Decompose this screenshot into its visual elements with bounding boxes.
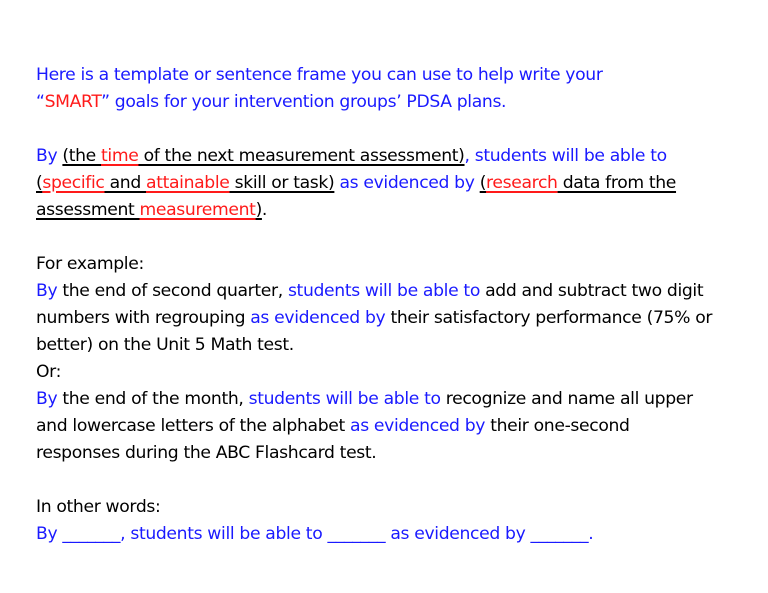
- example-2: Or: By the end of the month, students wi…: [36, 359, 696, 467]
- example-1-text-1: the end of second quarter,: [57, 281, 288, 301]
- example-1-heading: For example:: [36, 254, 144, 274]
- example-2-evidenced: as evidenced by: [350, 416, 486, 436]
- quote-open: “: [36, 92, 45, 112]
- example-2-students: students will be able to: [248, 389, 441, 409]
- example-2-text-1: the end of the month,: [57, 389, 249, 409]
- example-2-by: By: [36, 389, 58, 409]
- smart-word: SMART: [44, 92, 102, 112]
- example-1-evidenced: as evidenced by: [250, 308, 386, 328]
- example-1-by: By: [36, 281, 58, 301]
- time-clause: (the time of the next measurement assess…: [62, 146, 464, 166]
- time-clause-open: (the: [62, 146, 102, 166]
- attainable-word: attainable: [146, 173, 230, 193]
- summary-evidenced: as evidenced by: [385, 524, 531, 544]
- summary-students: , students will be able to: [120, 524, 328, 544]
- document-page: Here is a template or sentence frame you…: [36, 62, 736, 548]
- example-2-heading: Or:: [36, 362, 62, 382]
- example-1: For example: By the end of second quarte…: [36, 251, 726, 359]
- research-word: research: [486, 173, 558, 193]
- template-period: .: [261, 200, 268, 220]
- skill-and: and: [104, 173, 147, 193]
- blank-skill: _______: [327, 524, 386, 544]
- quote-close: ”: [101, 92, 110, 112]
- specific-word: specific: [42, 173, 105, 193]
- blank-evidence: _______: [530, 524, 589, 544]
- blank-time: _______: [62, 524, 121, 544]
- template-comma: ,: [464, 146, 475, 166]
- template-paragraph: By (the time of the next measurement ass…: [36, 143, 726, 224]
- template-students: students will be able to: [474, 146, 667, 166]
- template-by: By: [36, 146, 58, 166]
- summary-sentence: By _______, students will be able to ___…: [36, 524, 594, 544]
- summary-heading: In other words:: [36, 497, 161, 517]
- template-evidenced: as evidenced by: [334, 173, 480, 193]
- summary: In other words: By _______, students wil…: [36, 494, 736, 548]
- summary-by: By: [36, 524, 63, 544]
- time-clause-rest: of the next measurement assessment): [138, 146, 465, 166]
- summary-period: .: [588, 524, 594, 544]
- intro-line-1: Here is a template or sentence frame you…: [36, 65, 603, 85]
- skill-clause: (specific and attainable skill or task): [36, 173, 335, 193]
- measurement-word: measurement: [139, 200, 256, 220]
- intro-paragraph: Here is a template or sentence frame you…: [36, 62, 736, 116]
- intro-line-2: goals for your intervention groups’ PDSA…: [109, 92, 507, 112]
- example-1-students: students will be able to: [287, 281, 480, 301]
- time-word: time: [101, 146, 139, 166]
- skill-clause-rest: skill or task): [229, 173, 335, 193]
